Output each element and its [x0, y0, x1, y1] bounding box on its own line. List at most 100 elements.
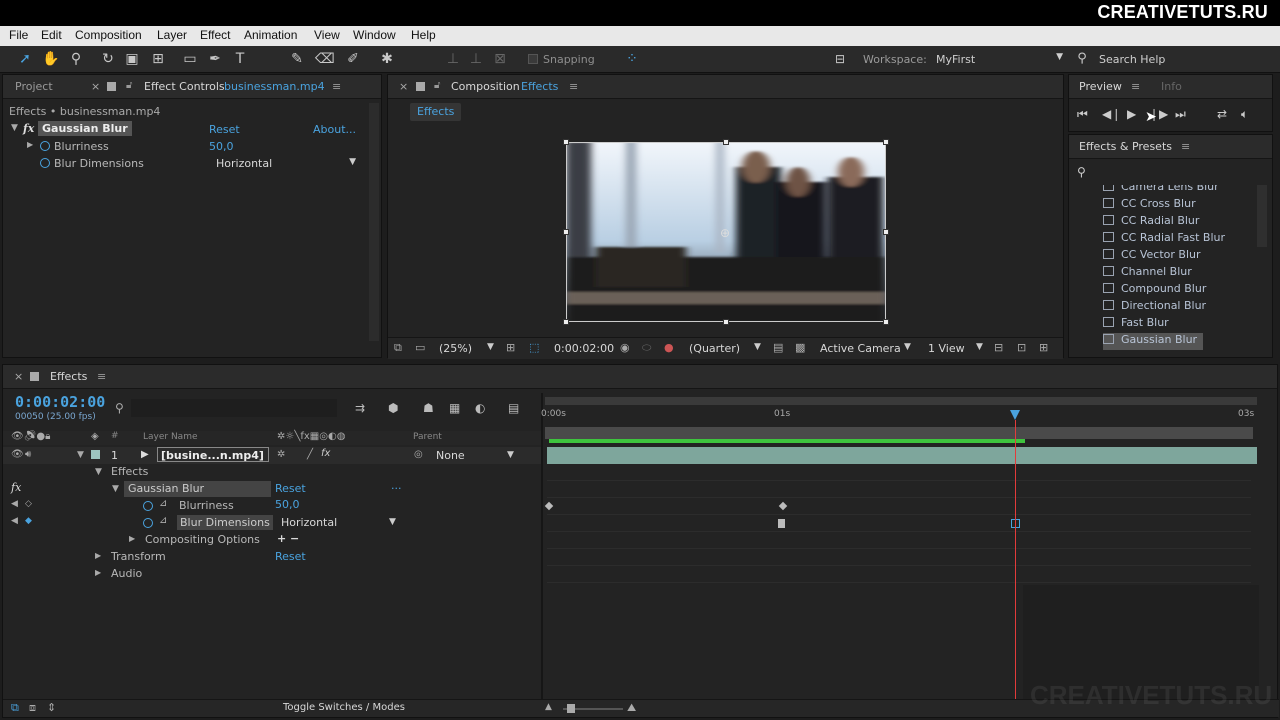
- label-color-icon[interactable]: [91, 450, 100, 459]
- last-frame-icon[interactable]: ⏭: [1175, 107, 1186, 122]
- transparency-grid-icon[interactable]: ▩: [795, 341, 805, 354]
- blurriness-row[interactable]: ◀ ◇ ⊿ Blurriness 50,0: [3, 498, 543, 515]
- fx-icon[interactable]: fx: [11, 481, 21, 494]
- composition-subtab[interactable]: Effects: [410, 103, 462, 121]
- tab-composition[interactable]: Composition: [451, 80, 520, 93]
- compositing-options-row[interactable]: ▶ Compositing Options + −: [3, 532, 543, 549]
- eraser-tool-icon[interactable]: ⌫: [315, 51, 335, 67]
- camera-tool-icon[interactable]: ▣: [124, 51, 140, 67]
- mute-audio-icon[interactable]: 🔈︎: [1241, 107, 1248, 122]
- layer-row[interactable]: 👁︎ 🔊︎ ▼ 1 ▶ [busine...n.mp4] ✲ ╱ fx ◎ No…: [3, 447, 543, 464]
- rotate-tool-icon[interactable]: ↻: [100, 51, 116, 67]
- puppet-tool-icon[interactable]: ✱: [379, 51, 395, 67]
- zoom-value[interactable]: (25%): [439, 342, 472, 355]
- list-item[interactable]: CC Vector Blur: [1103, 248, 1201, 265]
- av-features-icon[interactable]: 👁︎🔊︎●🔒︎: [11, 431, 50, 442]
- transform-reset-link[interactable]: Reset: [275, 550, 306, 563]
- draft-3d-icon[interactable]: ⬢: [388, 401, 398, 415]
- roto-brush-tool-icon[interactable]: ✐: [345, 51, 361, 67]
- transform-handle[interactable]: [723, 139, 729, 145]
- timeline-search-input[interactable]: [131, 399, 337, 417]
- menu-window[interactable]: Window: [353, 28, 396, 42]
- search-icon[interactable]: ⚲: [115, 401, 124, 415]
- frame-blending-icon[interactable]: ▦: [449, 401, 460, 415]
- workspace-dropdown[interactable]: MyFirst ▼: [932, 50, 1067, 68]
- scrollbar[interactable]: [369, 103, 379, 341]
- chevron-down-icon[interactable]: ▼: [389, 517, 396, 527]
- collapse-effects-icon[interactable]: ▼: [95, 467, 102, 477]
- label-icon[interactable]: ◈: [91, 431, 99, 442]
- transform-handle[interactable]: [563, 229, 569, 235]
- quality-switch-icon[interactable]: ╱: [307, 449, 313, 460]
- close-icon[interactable]: ×: [14, 370, 23, 383]
- add-keyframe-icon[interactable]: ◇: [25, 499, 32, 509]
- monitor-icon[interactable]: ▭: [415, 341, 425, 354]
- chevron-down-icon[interactable]: ▼: [976, 342, 983, 352]
- tab-info[interactable]: Info: [1161, 80, 1182, 93]
- transform-handle[interactable]: [883, 319, 889, 325]
- stopwatch-icon[interactable]: [40, 158, 50, 168]
- timeline-timecode[interactable]: 0:00:02:00: [15, 393, 105, 411]
- fast-previews-icon[interactable]: ⊡: [1017, 341, 1026, 354]
- zoom-out-icon[interactable]: ▲: [545, 702, 552, 712]
- zoom-in-icon[interactable]: ⛰: [627, 701, 636, 715]
- toggle-pixel-aspect-icon[interactable]: ⊟: [994, 341, 1003, 354]
- time-navigator[interactable]: [545, 397, 1257, 405]
- list-item-selected[interactable]: Gaussian Blur: [1103, 333, 1203, 350]
- panel-menu-icon[interactable]: ≡: [332, 80, 341, 93]
- motion-blur-icon[interactable]: ◐: [475, 401, 485, 415]
- audio-icon[interactable]: 🔊︎: [25, 449, 31, 460]
- effects-presets-title[interactable]: Effects & Presets: [1079, 140, 1172, 153]
- layer-name[interactable]: [busine...n.mp4]: [157, 447, 269, 462]
- compositing-add-remove[interactable]: + −: [277, 532, 299, 545]
- keyframe-active-icon[interactable]: ◆: [25, 516, 32, 526]
- collapse-blur-icon[interactable]: ▼: [112, 484, 119, 494]
- panel-lock-icon[interactable]: [416, 82, 425, 91]
- search-icon[interactable]: ⚲: [1077, 165, 1086, 179]
- panel-lock-icon-2[interactable]: 🔓︎: [434, 80, 440, 91]
- region-of-interest-icon[interactable]: ⬚: [529, 341, 539, 354]
- panel-menu-icon[interactable]: ≡: [1131, 80, 1140, 93]
- panel-menu-icon[interactable]: ≡: [569, 80, 578, 93]
- list-item[interactable]: Channel Blur: [1103, 265, 1192, 282]
- transfer-controls-icon[interactable]: ⧈: [29, 701, 36, 715]
- blur-dimensions-dropdown[interactable]: Horizontal ▼: [213, 155, 359, 171]
- transform-handle[interactable]: [563, 319, 569, 325]
- search-help-input[interactable]: Search Help: [1094, 50, 1269, 68]
- menu-view[interactable]: View: [314, 28, 340, 42]
- tab-effect-controls-file[interactable]: businessman.mp4: [224, 80, 325, 93]
- list-item[interactable]: CC Cross Blur: [1103, 197, 1196, 214]
- selection-tool-icon[interactable]: ➚: [17, 51, 33, 67]
- work-area-bar[interactable]: [545, 427, 1253, 439]
- audio-row[interactable]: ▶ Audio: [3, 566, 543, 583]
- list-item[interactable]: Compound Blur: [1103, 282, 1206, 299]
- toggle-switches-modes[interactable]: Toggle Switches / Modes: [283, 702, 405, 713]
- hand-tool-icon[interactable]: ✋: [42, 51, 59, 67]
- transform-handle[interactable]: [883, 139, 889, 145]
- collapse-layer-icon[interactable]: ▼: [77, 450, 84, 460]
- list-item[interactable]: Fast Blur: [1103, 316, 1169, 333]
- timeline-reset-link[interactable]: Reset: [275, 482, 306, 495]
- blur-dimensions-row[interactable]: ◀ ◆ ⊿ Blur Dimensions Horizontal ▼: [3, 515, 543, 532]
- tab-timeline[interactable]: Effects: [50, 370, 87, 383]
- loop-icon[interactable]: ⇄: [1217, 107, 1227, 121]
- timeline-blurriness-value[interactable]: 50,0: [275, 498, 300, 511]
- list-item[interactable]: Directional Blur: [1103, 299, 1206, 316]
- scrollbar[interactable]: [1257, 185, 1267, 247]
- previous-keyframe-icon[interactable]: ◀: [11, 499, 18, 509]
- close-icon[interactable]: ×: [399, 80, 408, 93]
- transform-row[interactable]: ▶ Transform Reset: [3, 549, 543, 566]
- always-preview-icon[interactable]: ⧉: [394, 341, 402, 355]
- about-link[interactable]: About...: [313, 123, 356, 136]
- reset-link[interactable]: Reset: [209, 123, 240, 136]
- layer-duration-bar[interactable]: [547, 447, 1257, 464]
- expand-effect-icon[interactable]: ▼: [11, 123, 18, 133]
- menu-file[interactable]: File: [9, 28, 28, 42]
- list-item[interactable]: Camera Lens Blur: [1103, 185, 1219, 197]
- snapping-checkbox[interactable]: [528, 54, 538, 64]
- fast-preview-icon[interactable]: ▤: [773, 341, 783, 354]
- grid-icon[interactable]: ⊞: [506, 341, 515, 354]
- effect-options-ellipsis[interactable]: ...: [391, 479, 402, 492]
- brush-tool-icon[interactable]: ✎: [289, 51, 305, 67]
- pickwhip-icon[interactable]: ◎: [414, 449, 423, 460]
